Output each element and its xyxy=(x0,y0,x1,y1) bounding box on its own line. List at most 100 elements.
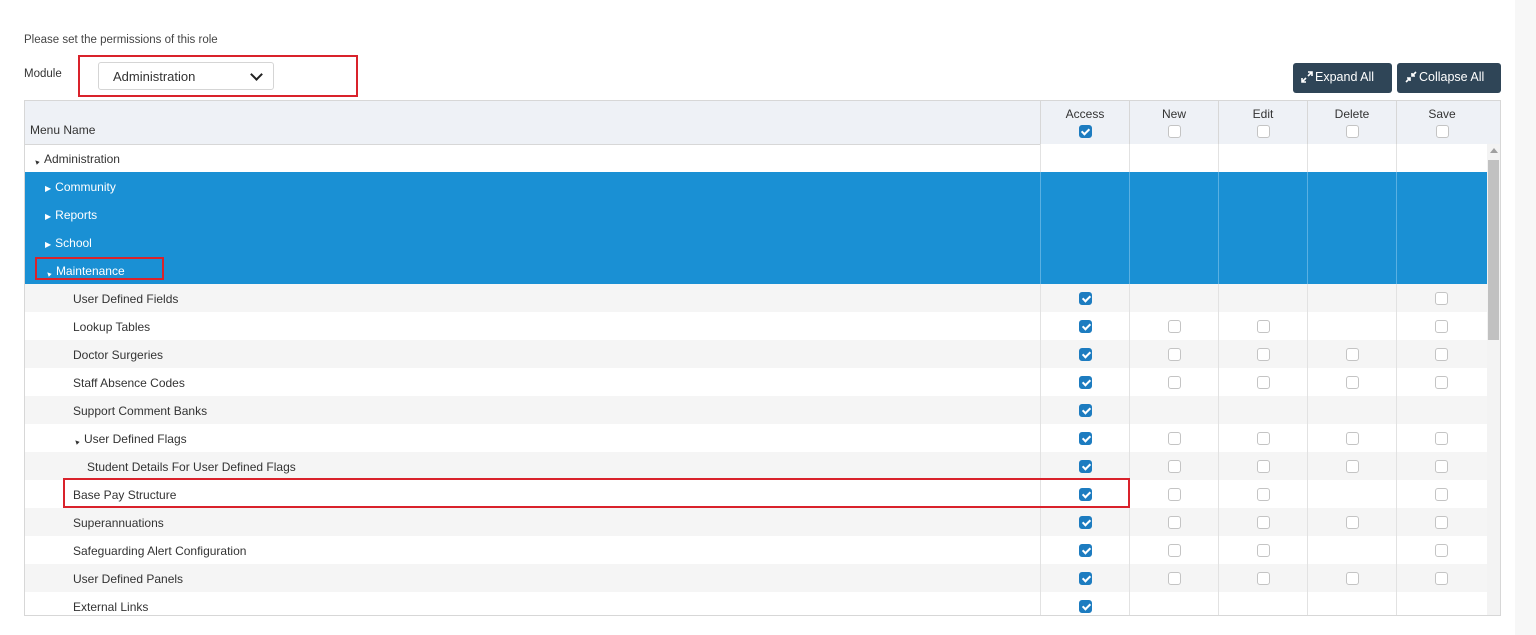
select-all-access-checkbox[interactable] xyxy=(1078,125,1092,138)
tree-row[interactable]: User Defined Panels xyxy=(25,564,1487,592)
cell-delete xyxy=(1307,508,1396,536)
new-checkbox[interactable] xyxy=(1168,516,1181,529)
edit-checkbox[interactable] xyxy=(1257,432,1270,445)
cell-delete xyxy=(1307,396,1396,424)
collapse-arrow-icon[interactable]: ▲ xyxy=(32,157,42,167)
tree-row[interactable]: User Defined Fields xyxy=(25,284,1487,312)
new-checkbox[interactable] xyxy=(1168,572,1181,585)
access-checkbox[interactable] xyxy=(1079,600,1092,613)
tree-row[interactable]: ▲ User Defined Flags xyxy=(25,424,1487,452)
edit-checkbox[interactable] xyxy=(1257,376,1270,389)
save-checkbox[interactable] xyxy=(1435,432,1448,445)
cell-access xyxy=(1040,592,1129,615)
cell-new xyxy=(1129,340,1218,368)
expand-arrow-icon[interactable]: ▶ xyxy=(45,240,51,249)
delete-checkbox[interactable] xyxy=(1346,516,1359,529)
new-checkbox[interactable] xyxy=(1168,460,1181,473)
cell-save xyxy=(1396,396,1487,424)
access-checkbox[interactable] xyxy=(1079,376,1092,389)
new-checkbox[interactable] xyxy=(1168,544,1181,557)
access-checkbox[interactable] xyxy=(1079,516,1092,529)
cell-delete xyxy=(1307,228,1396,256)
tree-row[interactable]: Doctor Surgeries xyxy=(25,340,1487,368)
edit-checkbox[interactable] xyxy=(1257,516,1270,529)
new-checkbox[interactable] xyxy=(1168,376,1181,389)
tree-row[interactable]: Support Comment Banks xyxy=(25,396,1487,424)
tree-row[interactable]: ▲ Maintenance xyxy=(25,256,1487,284)
tree-row[interactable]: ▶ School xyxy=(25,228,1487,256)
column-header-label: New xyxy=(1161,107,1186,121)
delete-checkbox[interactable] xyxy=(1346,572,1359,585)
tree-row[interactable]: Lookup Tables xyxy=(25,312,1487,340)
permissions-grid: Menu Name Access New Edit Delete Save ▲ Admin… xyxy=(24,100,1501,616)
scroll-up-icon[interactable] xyxy=(1490,148,1498,153)
tree-row-label: Safeguarding Alert Configuration xyxy=(73,544,247,558)
save-checkbox[interactable] xyxy=(1435,320,1448,333)
access-checkbox[interactable] xyxy=(1079,348,1092,361)
cell-save xyxy=(1396,228,1487,256)
cell-delete xyxy=(1307,340,1396,368)
cell-edit xyxy=(1218,396,1307,424)
access-checkbox[interactable] xyxy=(1079,544,1092,557)
expand-all-button[interactable]: Expand All xyxy=(1293,63,1392,93)
tree-row[interactable]: Staff Absence Codes xyxy=(25,368,1487,396)
access-checkbox[interactable] xyxy=(1079,292,1092,305)
save-checkbox[interactable] xyxy=(1435,376,1448,389)
save-checkbox[interactable] xyxy=(1435,348,1448,361)
expand-icon xyxy=(1301,71,1313,83)
edit-checkbox[interactable] xyxy=(1257,320,1270,333)
access-checkbox[interactable] xyxy=(1079,572,1092,585)
save-checkbox[interactable] xyxy=(1435,488,1448,501)
tree-row-label: Doctor Surgeries xyxy=(73,348,164,362)
tree-row[interactable]: ▶ Community xyxy=(25,172,1487,200)
cell-new xyxy=(1129,200,1218,228)
tree-row[interactable]: Safeguarding Alert Configuration xyxy=(25,536,1487,564)
delete-checkbox[interactable] xyxy=(1346,348,1359,361)
access-checkbox[interactable] xyxy=(1079,432,1092,445)
collapse-all-button[interactable]: Collapse All xyxy=(1397,63,1501,93)
save-checkbox[interactable] xyxy=(1435,544,1448,557)
collapse-arrow-icon[interactable]: ▲ xyxy=(72,437,82,447)
new-checkbox[interactable] xyxy=(1168,348,1181,361)
tree-row[interactable]: ▶ Reports xyxy=(25,200,1487,228)
edit-checkbox[interactable] xyxy=(1257,544,1270,557)
delete-checkbox[interactable] xyxy=(1346,460,1359,473)
tree-row[interactable]: ▲ Administration xyxy=(25,144,1487,172)
tree-row[interactable]: External Links xyxy=(25,592,1487,615)
save-checkbox[interactable] xyxy=(1435,292,1448,305)
select-all-save-checkbox[interactable] xyxy=(1435,125,1449,138)
select-all-edit-checkbox[interactable] xyxy=(1256,125,1270,138)
tree-row-name: ▶ School xyxy=(45,236,92,250)
new-checkbox[interactable] xyxy=(1168,488,1181,501)
module-highlight-box xyxy=(78,55,358,97)
tree-row[interactable]: Student Details For User Defined Flags xyxy=(25,452,1487,480)
save-checkbox[interactable] xyxy=(1435,516,1448,529)
new-checkbox[interactable] xyxy=(1168,320,1181,333)
select-all-delete-checkbox[interactable] xyxy=(1345,125,1359,138)
cell-access xyxy=(1040,396,1129,424)
expand-arrow-icon[interactable]: ▶ xyxy=(45,184,51,193)
delete-checkbox[interactable] xyxy=(1346,376,1359,389)
edit-checkbox[interactable] xyxy=(1257,488,1270,501)
cell-edit xyxy=(1218,424,1307,452)
cell-edit xyxy=(1218,172,1307,200)
access-checkbox[interactable] xyxy=(1079,404,1092,417)
edit-checkbox[interactable] xyxy=(1257,460,1270,473)
tree-row-label: Student Details For User Defined Flags xyxy=(87,460,296,474)
save-checkbox[interactable] xyxy=(1435,572,1448,585)
delete-checkbox[interactable] xyxy=(1346,432,1359,445)
edit-checkbox[interactable] xyxy=(1257,348,1270,361)
expand-arrow-icon[interactable]: ▶ xyxy=(45,212,51,221)
cell-new xyxy=(1129,564,1218,592)
edit-checkbox[interactable] xyxy=(1257,572,1270,585)
tree-row[interactable]: Superannuations xyxy=(25,508,1487,536)
save-checkbox[interactable] xyxy=(1435,460,1448,473)
access-checkbox[interactable] xyxy=(1079,320,1092,333)
tree-row-label: Reports xyxy=(55,208,98,222)
scroll-thumb[interactable] xyxy=(1488,160,1499,340)
new-checkbox[interactable] xyxy=(1168,432,1181,445)
cell-new xyxy=(1129,312,1218,340)
select-all-new-checkbox[interactable] xyxy=(1167,125,1181,138)
access-checkbox[interactable] xyxy=(1079,460,1092,473)
vertical-scrollbar[interactable] xyxy=(1487,144,1500,615)
